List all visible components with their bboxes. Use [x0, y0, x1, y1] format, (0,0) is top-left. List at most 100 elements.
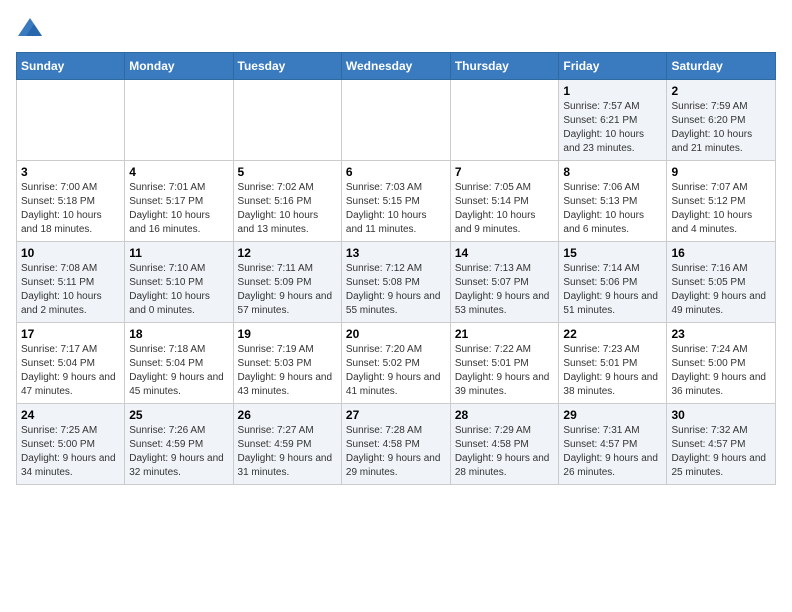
day-info: Sunrise: 7:14 AM Sunset: 5:06 PM Dayligh… — [563, 262, 662, 318]
day-info: Sunrise: 7:00 AM Sunset: 5:18 PM Dayligh… — [21, 181, 120, 237]
day-number: 21 — [455, 327, 555, 341]
day-info: Sunrise: 7:57 AM Sunset: 6:21 PM Dayligh… — [563, 100, 662, 156]
calendar-cell: 9 Sunrise: 7:07 AM Sunset: 5:12 PM Daylig… — [667, 161, 776, 242]
calendar-cell — [450, 80, 559, 161]
day-number: 9 — [671, 165, 771, 179]
day-info: Sunrise: 7:25 AM Sunset: 5:00 PM Dayligh… — [21, 424, 120, 480]
day-number: 23 — [671, 327, 771, 341]
day-number: 15 — [563, 246, 662, 260]
calendar-cell: 13 Sunrise: 7:12 AM Sunset: 5:08 PM Dayli… — [341, 242, 450, 323]
day-info: Sunrise: 7:16 AM Sunset: 5:05 PM Dayligh… — [671, 262, 771, 318]
calendar-cell: 27 Sunrise: 7:28 AM Sunset: 4:58 PM Dayli… — [341, 404, 450, 485]
day-info: Sunrise: 7:18 AM Sunset: 5:04 PM Dayligh… — [129, 343, 228, 399]
day-number: 24 — [21, 408, 120, 422]
day-number: 11 — [129, 246, 228, 260]
day-number: 12 — [238, 246, 337, 260]
calendar-cell: 29 Sunrise: 7:31 AM Sunset: 4:57 PM Dayli… — [559, 404, 667, 485]
calendar-cell: 25 Sunrise: 7:26 AM Sunset: 4:59 PM Dayli… — [125, 404, 233, 485]
calendar-cell: 16 Sunrise: 7:16 AM Sunset: 5:05 PM Dayli… — [667, 242, 776, 323]
day-info: Sunrise: 7:31 AM Sunset: 4:57 PM Dayligh… — [563, 424, 662, 480]
column-header-saturday: Saturday — [667, 53, 776, 80]
day-number: 7 — [455, 165, 555, 179]
calendar-cell: 2Sunrise: 7:59 AM Sunset: 6:20 PM Daylig… — [667, 80, 776, 161]
day-info: Sunrise: 7:28 AM Sunset: 4:58 PM Dayligh… — [346, 424, 446, 480]
day-number: 25 — [129, 408, 228, 422]
calendar-cell: 7Sunrise: 7:05 AM Sunset: 5:14 PM Daylig… — [450, 161, 559, 242]
day-info: Sunrise: 7:23 AM Sunset: 5:01 PM Dayligh… — [563, 343, 662, 399]
calendar-cell — [125, 80, 233, 161]
calendar-cell: 18 Sunrise: 7:18 AM Sunset: 5:04 PM Dayli… — [125, 323, 233, 404]
calendar-cell: 10 Sunrise: 7:08 AM Sunset: 5:11 PM Dayli… — [17, 242, 125, 323]
calendar-cell: 11 Sunrise: 7:10 AM Sunset: 5:10 PM Dayli… — [125, 242, 233, 323]
day-info: Sunrise: 7:13 AM Sunset: 5:07 PM Dayligh… — [455, 262, 555, 318]
day-number: 2 — [671, 84, 771, 98]
column-header-sunday: Sunday — [17, 53, 125, 80]
day-info: Sunrise: 7:29 AM Sunset: 4:58 PM Dayligh… — [455, 424, 555, 480]
calendar-week-1: 1 Sunrise: 7:57 AM Sunset: 6:21 PM Daylig… — [17, 80, 776, 161]
day-number: 10 — [21, 246, 120, 260]
calendar-cell: 15 Sunrise: 7:14 AM Sunset: 5:06 PM Dayli… — [559, 242, 667, 323]
day-info: Sunrise: 7:03 AM Sunset: 5:15 PM Dayligh… — [346, 181, 446, 237]
calendar-cell: 26 Sunrise: 7:27 AM Sunset: 4:59 PM Dayli… — [233, 404, 341, 485]
day-number: 30 — [671, 408, 771, 422]
day-info: Sunrise: 7:24 AM Sunset: 5:00 PM Dayligh… — [671, 343, 771, 399]
column-header-monday: Monday — [125, 53, 233, 80]
day-number: 17 — [21, 327, 120, 341]
day-number: 27 — [346, 408, 446, 422]
day-info: Sunrise: 7:32 AM Sunset: 4:57 PM Dayligh… — [671, 424, 771, 480]
calendar-cell: 12 Sunrise: 7:11 AM Sunset: 5:09 PM Dayli… — [233, 242, 341, 323]
calendar-cell: 17 Sunrise: 7:17 AM Sunset: 5:04 PM Dayli… — [17, 323, 125, 404]
calendar-cell — [233, 80, 341, 161]
day-number: 20 — [346, 327, 446, 341]
day-number: 22 — [563, 327, 662, 341]
calendar-cell: 23 Sunrise: 7:24 AM Sunset: 5:00 PM Dayli… — [667, 323, 776, 404]
day-info: Sunrise: 7:02 AM Sunset: 5:16 PM Dayligh… — [238, 181, 337, 237]
day-info: Sunrise: 7:11 AM Sunset: 5:09 PM Dayligh… — [238, 262, 337, 318]
calendar-cell: 19 Sunrise: 7:19 AM Sunset: 5:03 PM Dayli… — [233, 323, 341, 404]
day-info: Sunrise: 7:19 AM Sunset: 5:03 PM Dayligh… — [238, 343, 337, 399]
calendar-week-4: 17 Sunrise: 7:17 AM Sunset: 5:04 PM Dayli… — [17, 323, 776, 404]
calendar-cell: 28 Sunrise: 7:29 AM Sunset: 4:58 PM Dayli… — [450, 404, 559, 485]
day-number: 4 — [129, 165, 228, 179]
calendar-cell: 5 Sunrise: 7:02 AM Sunset: 5:16 PM Daylig… — [233, 161, 341, 242]
page-header — [16, 16, 776, 44]
column-header-wednesday: Wednesday — [341, 53, 450, 80]
calendar-cell: 6 Sunrise: 7:03 AM Sunset: 5:15 PM Daylig… — [341, 161, 450, 242]
calendar-cell — [341, 80, 450, 161]
day-number: 14 — [455, 246, 555, 260]
day-number: 19 — [238, 327, 337, 341]
day-info: Sunrise: 7:07 AM Sunset: 5:12 PM Dayligh… — [671, 181, 771, 237]
day-number: 13 — [346, 246, 446, 260]
column-header-tuesday: Tuesday — [233, 53, 341, 80]
day-number: 1 — [563, 84, 662, 98]
calendar-cell: 21Sunrise: 7:22 AM Sunset: 5:01 PM Dayli… — [450, 323, 559, 404]
day-number: 5 — [238, 165, 337, 179]
day-info: Sunrise: 7:01 AM Sunset: 5:17 PM Dayligh… — [129, 181, 228, 237]
calendar-cell: 14 Sunrise: 7:13 AM Sunset: 5:07 PM Dayli… — [450, 242, 559, 323]
calendar-week-5: 24 Sunrise: 7:25 AM Sunset: 5:00 PM Dayli… — [17, 404, 776, 485]
day-info: Sunrise: 7:06 AM Sunset: 5:13 PM Dayligh… — [563, 181, 662, 237]
day-info: Sunrise: 7:17 AM Sunset: 5:04 PM Dayligh… — [21, 343, 120, 399]
day-number: 18 — [129, 327, 228, 341]
day-info: Sunrise: 7:10 AM Sunset: 5:10 PM Dayligh… — [129, 262, 228, 318]
day-number: 29 — [563, 408, 662, 422]
calendar-cell: 30 Sunrise: 7:32 AM Sunset: 4:57 PM Dayli… — [667, 404, 776, 485]
calendar-week-2: 3Sunrise: 7:00 AM Sunset: 5:18 PM Daylig… — [17, 161, 776, 242]
day-info: Sunrise: 7:27 AM Sunset: 4:59 PM Dayligh… — [238, 424, 337, 480]
day-number: 26 — [238, 408, 337, 422]
day-info: Sunrise: 7:08 AM Sunset: 5:11 PM Dayligh… — [21, 262, 120, 318]
logo — [16, 16, 48, 44]
calendar-cell: 20Sunrise: 7:20 AM Sunset: 5:02 PM Dayli… — [341, 323, 450, 404]
column-header-thursday: Thursday — [450, 53, 559, 80]
column-header-friday: Friday — [559, 53, 667, 80]
calendar-header-row: SundayMondayTuesdayWednesdayThursdayFrid… — [17, 53, 776, 80]
calendar-cell: 24 Sunrise: 7:25 AM Sunset: 5:00 PM Dayli… — [17, 404, 125, 485]
calendar-cell: 4 Sunrise: 7:01 AM Sunset: 5:17 PM Daylig… — [125, 161, 233, 242]
day-number: 16 — [671, 246, 771, 260]
day-number: 8 — [563, 165, 662, 179]
day-number: 28 — [455, 408, 555, 422]
calendar-cell: 3Sunrise: 7:00 AM Sunset: 5:18 PM Daylig… — [17, 161, 125, 242]
day-info: Sunrise: 7:26 AM Sunset: 4:59 PM Dayligh… — [129, 424, 228, 480]
day-number: 6 — [346, 165, 446, 179]
day-info: Sunrise: 7:12 AM Sunset: 5:08 PM Dayligh… — [346, 262, 446, 318]
